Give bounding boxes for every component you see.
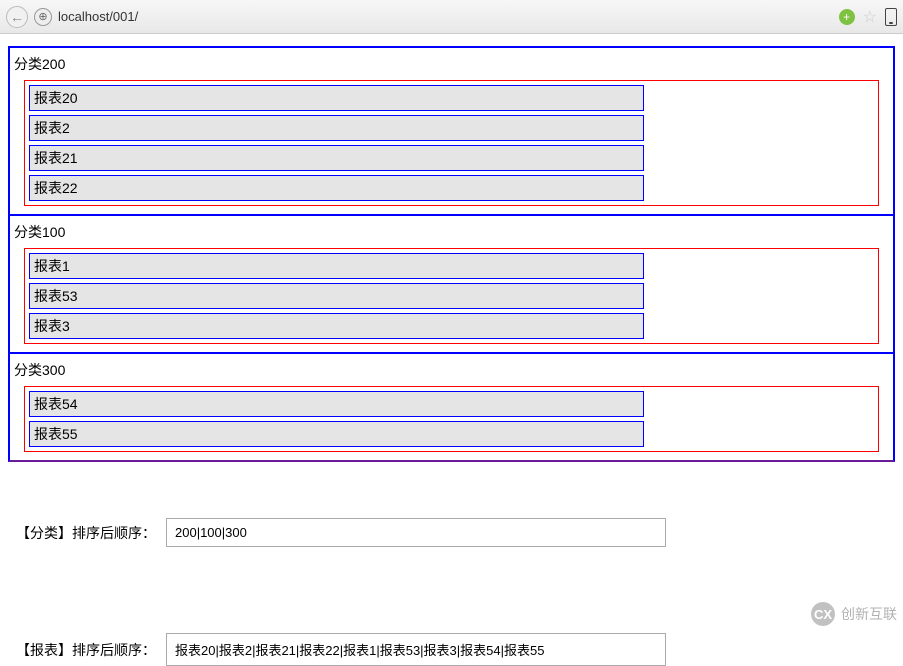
browser-toolbar: ← ⊕ localhost/001/ + ☆ [0, 0, 903, 34]
add-icon[interactable]: + [839, 9, 855, 25]
report-item[interactable]: 报表20 [29, 85, 644, 111]
watermark-text: 创新互联 [841, 604, 897, 624]
page-content: 分类200 报表20 报表2 报表21 报表22 分类100 报表1 报表53 报表3 分类300… [0, 46, 903, 666]
report-item[interactable]: 报表53 [29, 283, 644, 309]
category-block[interactable]: 分类200 报表20 报表2 报表21 报表22 [8, 46, 895, 216]
category-block[interactable]: 分类300 报表54 报表55 [8, 354, 895, 462]
report-order-summary: 【报表】排序后顺序： 报表20|报表2|报表21|报表22|报表1|报表53|报… [16, 633, 895, 666]
report-order-value: 报表20|报表2|报表21|报表22|报表1|报表53|报表3|报表54|报表5… [166, 633, 666, 666]
report-list: 报表20 报表2 报表21 报表22 [24, 80, 879, 206]
back-arrow-icon: ← [10, 9, 24, 25]
watermark: CX 创新互联 [811, 602, 897, 626]
globe-icon: ⊕ [34, 8, 52, 26]
report-item[interactable]: 报表1 [29, 253, 644, 279]
category-order-summary: 【分类】排序后顺序： 200|100|300 [16, 518, 895, 547]
report-list: 报表54 报表55 [24, 386, 879, 452]
category-order-label: 【分类】排序后顺序： [16, 523, 156, 543]
toolbar-icons: + ☆ [839, 7, 897, 27]
address-bar[interactable]: localhost/001/ [58, 9, 833, 24]
back-button[interactable]: ← [6, 6, 28, 28]
category-title: 分类300 [14, 360, 879, 380]
mobile-icon[interactable] [885, 8, 897, 26]
report-item[interactable]: 报表21 [29, 145, 644, 171]
category-title: 分类100 [14, 222, 879, 242]
report-item[interactable]: 报表55 [29, 421, 644, 447]
category-block[interactable]: 分类100 报表1 报表53 报表3 [8, 216, 895, 354]
watermark-logo-icon: CX [811, 602, 835, 626]
report-item[interactable]: 报表2 [29, 115, 644, 141]
report-item[interactable]: 报表54 [29, 391, 644, 417]
report-item[interactable]: 报表3 [29, 313, 644, 339]
star-icon[interactable]: ☆ [863, 7, 877, 27]
category-order-value: 200|100|300 [166, 518, 666, 547]
report-item[interactable]: 报表22 [29, 175, 644, 201]
report-order-label: 【报表】排序后顺序： [16, 640, 156, 660]
report-list: 报表1 报表53 报表3 [24, 248, 879, 344]
category-title: 分类200 [14, 54, 879, 74]
